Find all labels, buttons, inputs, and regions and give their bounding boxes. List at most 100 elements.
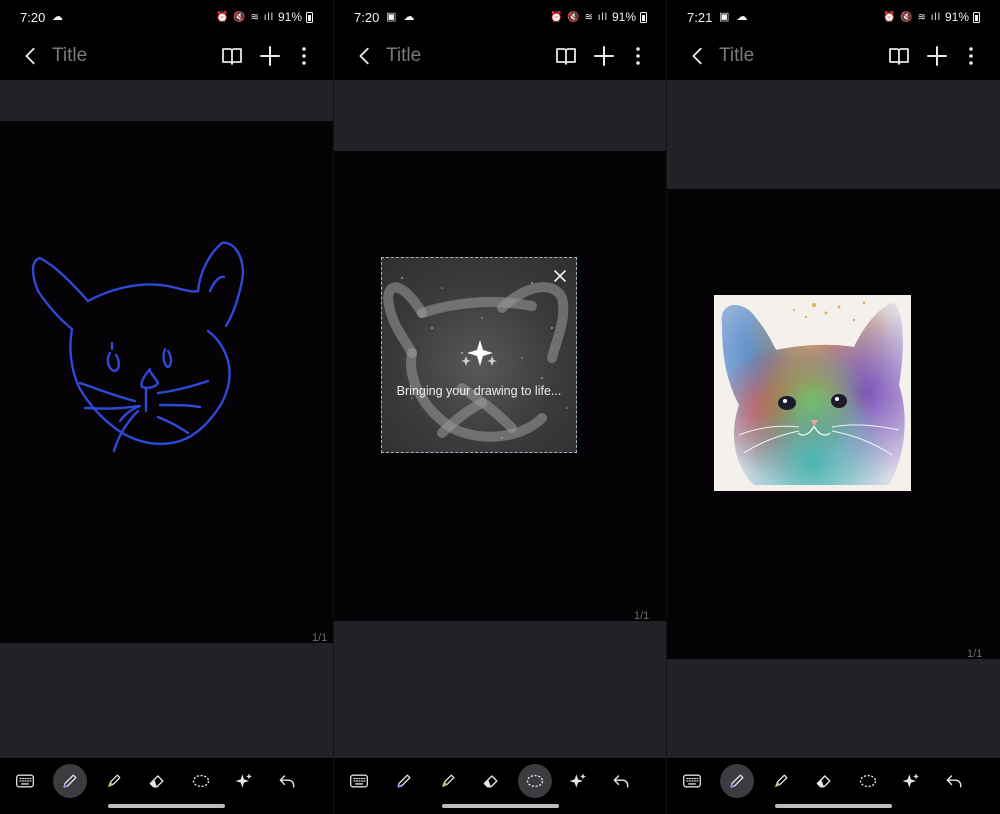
battery-text: 91% xyxy=(277,10,302,24)
more-options-icon[interactable] xyxy=(959,44,983,68)
status-bar: 7:20 ▣ ☁ ⏰ 🔇 ≋ ıll 91% xyxy=(334,0,667,36)
back-icon[interactable] xyxy=(354,45,376,67)
system-icons: ⏰ 🔇 ≋ ıll xyxy=(550,11,608,23)
keyboard-icon xyxy=(16,774,34,788)
close-icon[interactable] xyxy=(550,266,570,286)
keyboard-button[interactable] xyxy=(342,764,376,798)
highlighter-button[interactable] xyxy=(431,764,465,798)
home-indicator[interactable] xyxy=(108,804,225,808)
status-time: 7:21 xyxy=(687,10,713,25)
book-view-icon[interactable] xyxy=(554,44,578,68)
status-right: ⏰ 🔇 ≋ ıll 91% xyxy=(550,10,647,24)
app-header: Title xyxy=(667,36,1000,80)
note-title[interactable]: Title xyxy=(52,45,87,67)
undo-button[interactable] xyxy=(270,764,304,798)
home-indicator[interactable] xyxy=(442,804,559,808)
add-page-icon[interactable] xyxy=(925,44,949,68)
screen-result: 7:21 ▣ ☁ ⏰ 🔇 ≋ ıll 91% Title 1/1 xyxy=(667,0,1000,814)
app-header: Title xyxy=(334,36,667,80)
system-icons: ⏰ 🔇 ≋ ıll xyxy=(883,11,941,23)
status-bar: 7:20 ☁ ⏰ 🔇 ≋ ıll 91% xyxy=(0,0,333,36)
back-icon[interactable] xyxy=(687,45,709,67)
back-icon[interactable] xyxy=(20,45,42,67)
lasso-button[interactable] xyxy=(184,764,218,798)
keyboard-icon xyxy=(350,774,368,788)
highlighter-button[interactable] xyxy=(97,764,131,798)
keyboard-button[interactable] xyxy=(8,764,42,798)
highlighter-icon xyxy=(441,774,455,788)
note-page[interactable] xyxy=(0,121,333,643)
pen-icon xyxy=(63,774,77,788)
watercolor-cat-illustration xyxy=(721,301,905,485)
highlighter-button[interactable] xyxy=(764,764,798,798)
screen-sketch: 7:20 ☁ ⏰ 🔇 ≋ ıll 91% Title 1/1 xyxy=(0,0,333,814)
highlighter-icon xyxy=(107,774,121,788)
lasso-button[interactable] xyxy=(851,764,885,798)
ai-sparkle-icon xyxy=(235,773,252,788)
note-title[interactable]: Title xyxy=(719,45,754,67)
keyboard-icon xyxy=(683,774,701,788)
status-time: 7:20 xyxy=(354,10,380,25)
pen-button[interactable] xyxy=(53,764,87,798)
eraser-icon xyxy=(483,775,498,788)
undo-button[interactable] xyxy=(937,764,971,798)
screen-generating: 7:20 ▣ ☁ ⏰ 🔇 ≋ ıll 91% Title 1/1 Bringin… xyxy=(334,0,667,814)
gallery-cloud-icons: ▣ ☁ xyxy=(719,11,750,23)
page-number: 1/1 xyxy=(634,610,650,622)
drawing-toolbar xyxy=(334,758,667,802)
ai-assist-button[interactable] xyxy=(227,764,261,798)
ai-assist-button[interactable] xyxy=(894,764,928,798)
loading-message: Bringing your drawing to life... xyxy=(396,384,562,398)
eraser-button[interactable] xyxy=(474,764,508,798)
app-header: Title xyxy=(0,36,333,80)
pen-button[interactable] xyxy=(720,764,754,798)
gallery-cloud-icons: ▣ ☁ xyxy=(386,11,417,23)
system-icons: ⏰ 🔇 ≋ ıll xyxy=(216,11,274,23)
battery-icon xyxy=(306,11,313,23)
ai-sparkle-icon xyxy=(569,773,586,788)
cat-sketch xyxy=(31,241,245,453)
undo-icon xyxy=(279,775,295,788)
battery-icon xyxy=(973,11,980,23)
lasso-icon xyxy=(859,774,877,788)
keyboard-button[interactable] xyxy=(675,764,709,798)
home-indicator[interactable] xyxy=(775,804,892,808)
eraser-icon xyxy=(816,775,831,788)
undo-icon xyxy=(946,775,962,788)
undo-button[interactable] xyxy=(604,764,638,798)
lasso-icon xyxy=(192,774,210,788)
drawing-toolbar xyxy=(667,758,1000,802)
status-time: 7:20 xyxy=(20,10,46,25)
eraser-button[interactable] xyxy=(807,764,841,798)
book-view-icon[interactable] xyxy=(220,44,244,68)
add-page-icon[interactable] xyxy=(258,44,282,68)
eraser-button[interactable] xyxy=(140,764,174,798)
more-options-icon[interactable] xyxy=(292,44,316,68)
highlighter-icon xyxy=(774,774,788,788)
battery-icon xyxy=(640,11,647,23)
drawing-toolbar xyxy=(0,758,333,802)
lasso-icon xyxy=(526,774,544,788)
pen-icon xyxy=(730,774,744,788)
battery-text: 91% xyxy=(611,10,636,24)
ai-assist-button[interactable] xyxy=(561,764,595,798)
pen-icon xyxy=(397,774,411,788)
page-number: 1/1 xyxy=(967,648,983,660)
status-right: ⏰ 🔇 ≋ ıll 91% xyxy=(216,10,313,24)
book-view-icon[interactable] xyxy=(887,44,911,68)
cloud-icon: ☁ xyxy=(52,11,65,23)
eraser-icon xyxy=(149,775,164,788)
more-options-icon[interactable] xyxy=(626,44,650,68)
status-bar: 7:21 ▣ ☁ ⏰ 🔇 ≋ ıll 91% xyxy=(667,0,1000,36)
ai-sparkle-icon xyxy=(902,773,919,788)
undo-icon xyxy=(613,775,629,788)
pen-button[interactable] xyxy=(387,764,421,798)
add-page-icon[interactable] xyxy=(592,44,616,68)
generated-watercolor-cat-image[interactable] xyxy=(714,295,911,491)
status-right: ⏰ 🔇 ≋ ıll 91% xyxy=(883,10,980,24)
note-title[interactable]: Title xyxy=(386,45,421,67)
lasso-button[interactable] xyxy=(518,764,552,798)
page-number: 1/1 xyxy=(312,632,328,644)
battery-text: 91% xyxy=(944,10,969,24)
sparkle-loading-icon xyxy=(461,340,497,366)
